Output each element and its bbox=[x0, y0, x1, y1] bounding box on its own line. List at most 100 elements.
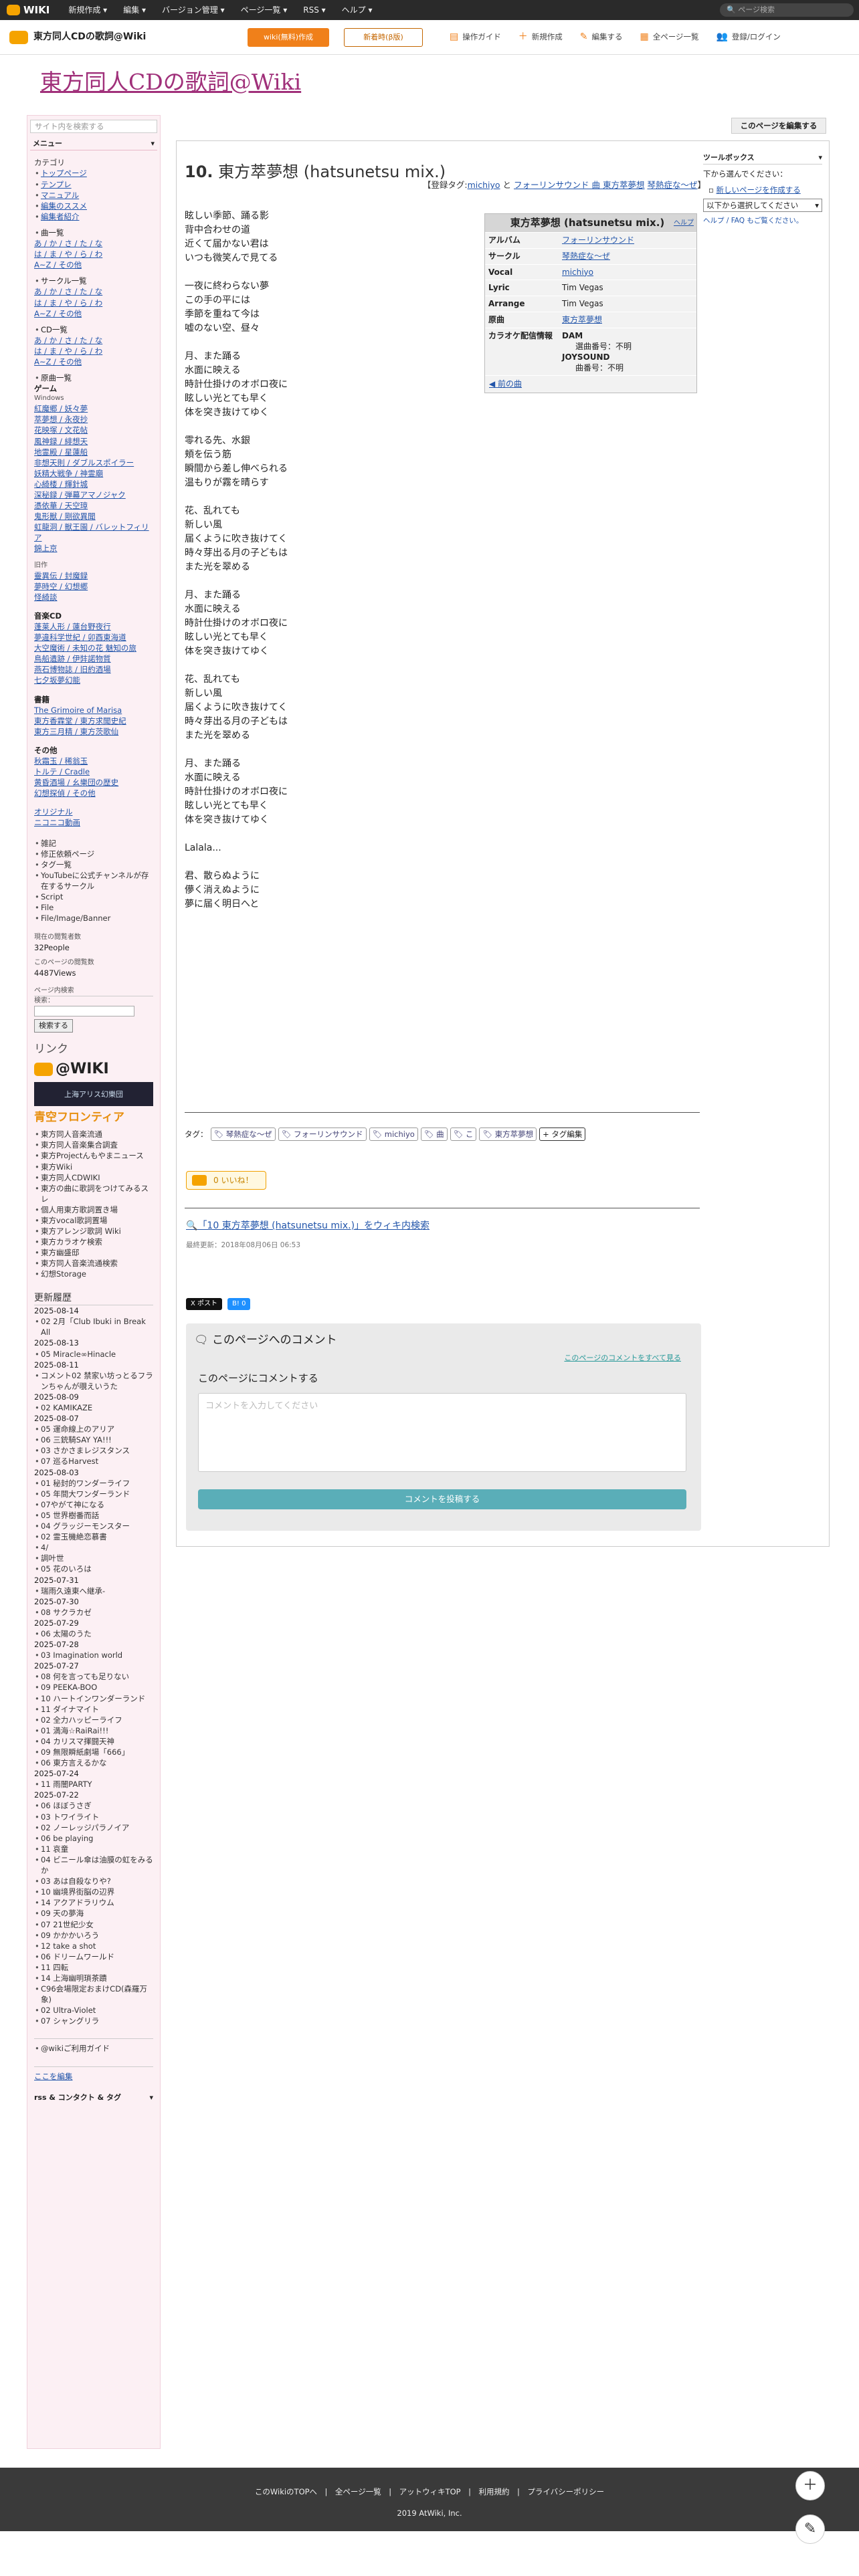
page-search-button[interactable]: 検索する bbox=[34, 1019, 73, 1033]
misc-row-link[interactable]: オリジナル bbox=[34, 807, 73, 817]
rss-heading[interactable]: rss & コンタクト & タグ ▾ bbox=[34, 2092, 153, 2103]
tag-chip[interactable]: 🏷 michiyo bbox=[369, 1128, 418, 1142]
menu-rss[interactable]: RSS ▾ bbox=[303, 5, 325, 16]
infobox-link[interactable]: michiyo bbox=[562, 267, 593, 277]
hatena-button[interactable]: B! 0 bbox=[227, 1298, 251, 1310]
recent-link[interactable]: 03 さかさまレジスタンス bbox=[41, 1446, 130, 1455]
plus-fab-icon[interactable]: ＋ bbox=[795, 2471, 825, 2500]
recent-link[interactable]: 04 グラッジーモンスター bbox=[41, 1521, 130, 1531]
recent-link[interactable]: 4/ bbox=[41, 1543, 48, 1552]
all-pages-link[interactable]: ▦ 全ページ一覧 bbox=[640, 31, 698, 44]
recent-link[interactable]: 11 哀童 bbox=[41, 1844, 68, 1854]
recent-link[interactable]: 04 ビニール傘は油膜の虹をみるか bbox=[41, 1855, 153, 1875]
recent-link[interactable]: 11 四転 bbox=[41, 1963, 68, 1972]
recent-link[interactable]: 07 21世紀少女 bbox=[41, 1920, 94, 1929]
misc2-link[interactable]: タグ一覧 bbox=[41, 860, 72, 869]
link-item-link[interactable]: 東方同人音楽流通検索 bbox=[41, 1259, 118, 1268]
recent-link[interactable]: 08 何を言っても足りない bbox=[41, 1672, 129, 1681]
recent-link[interactable]: 02 全力ハッピーライフ bbox=[41, 1715, 122, 1725]
circle-index-row-link[interactable]: は / ま / や / ら / わ bbox=[34, 298, 102, 308]
recent-link[interactable]: 02 Ultra-Violet bbox=[41, 2006, 96, 2015]
category-link[interactable]: 編集者紹介 bbox=[41, 212, 80, 221]
windows-game-row-link[interactable]: 花映塚 / 文花帖 bbox=[34, 425, 88, 435]
recent-link[interactable]: 11 ダイナマイト bbox=[41, 1705, 99, 1714]
windows-game-row-link[interactable]: 虹龍洞 / 獣王園 / バレットフィリア bbox=[34, 522, 149, 542]
recent-link[interactable]: 07やがて神になる bbox=[41, 1500, 104, 1509]
other-row-link[interactable]: 秋霜玉 / 稀翁玉 bbox=[34, 756, 88, 766]
other-row-link[interactable]: 黄昏酒場 / 幺樂団の歴史 bbox=[34, 778, 118, 787]
other-row-link[interactable]: 幻想探偵 / その他 bbox=[34, 788, 96, 798]
menu-pages[interactable]: ページ一覧 ▾ bbox=[241, 5, 288, 16]
post-comment-button[interactable]: コメントを投稿する bbox=[198, 1489, 686, 1509]
shanghai-banner[interactable]: 上海アリス幻樂団 bbox=[34, 1082, 153, 1107]
prev-song-link[interactable]: ◀ 前の曲 bbox=[489, 379, 522, 389]
edit-link[interactable]: ✎ 編集する bbox=[580, 31, 623, 44]
recent-link[interactable]: 02 ノーレッジパラノイア bbox=[41, 1823, 129, 1832]
cd-index-row-link[interactable]: あ / か / さ / た / な bbox=[34, 336, 102, 345]
link-item-link[interactable]: 幻想Storage bbox=[41, 1269, 86, 1279]
infobox-link[interactable]: 東方萃夢想 bbox=[562, 315, 602, 324]
collapse-icon[interactable]: ▾ bbox=[818, 152, 822, 163]
misc2-link[interactable]: 雑記 bbox=[41, 839, 56, 848]
recent-link[interactable]: 03 Imagination world bbox=[41, 1650, 122, 1660]
link-item-link[interactable]: 東方同人音楽集合調査 bbox=[41, 1140, 118, 1150]
recent-link[interactable]: 01 満海☆RaiRai!!! bbox=[41, 1726, 108, 1735]
atwiki-banner[interactable]: @WIKI bbox=[34, 1059, 153, 1080]
other-row-link[interactable]: トルテ / Cradle bbox=[34, 767, 90, 776]
recent-link[interactable]: 07 シャングリラ bbox=[41, 2016, 99, 2026]
recent-link[interactable]: 06 be playing bbox=[41, 1834, 93, 1843]
recent-link[interactable]: C96会場限定おまけCD(森羅万象) bbox=[41, 1984, 147, 2004]
windows-game-row-link[interactable]: 萃夢想 / 永夜抄 bbox=[34, 415, 88, 424]
recent-link[interactable]: 12 take a shot bbox=[41, 1941, 96, 1951]
tool-select[interactable]: 以下から選択してください ▾ bbox=[703, 198, 822, 212]
category-link[interactable]: テンプレ bbox=[41, 180, 72, 189]
recent-link[interactable]: 14 アクアドラリウム bbox=[41, 1898, 114, 1907]
page-search-field[interactable] bbox=[34, 1006, 134, 1017]
recent-link[interactable]: 調叶世 bbox=[41, 1553, 64, 1563]
category-link[interactable]: マニュアル bbox=[41, 191, 79, 200]
tag-kai[interactable]: 琴熱症な～ぜ bbox=[647, 180, 697, 190]
recent-link[interactable]: 02 2月「Club Ibuki in Break All bbox=[41, 1317, 146, 1337]
tag-chip[interactable]: 🏷 フォーリンサウンド bbox=[278, 1128, 367, 1142]
circle-index-row-link[interactable]: あ / か / さ / た / な bbox=[34, 287, 102, 296]
guide-link[interactable]: ▤ 操作ガイド bbox=[450, 31, 501, 44]
circle-index-row-link[interactable]: A~Z / その他 bbox=[34, 309, 82, 318]
x-post-button[interactable]: X ポスト bbox=[186, 1298, 223, 1310]
link-item-link[interactable]: 東方vocal歌詞置場 bbox=[41, 1216, 107, 1225]
music-cd-row-link[interactable]: 夢違科学世紀 / 卯酉東海道 bbox=[34, 633, 126, 642]
music-cd-row-link[interactable]: 燕石博物誌 / 旧約酒場 bbox=[34, 665, 111, 674]
recent-link[interactable]: 06 ドリームワールド bbox=[41, 1952, 114, 1961]
atwiki-logo[interactable]: WIKI bbox=[0, 3, 56, 17]
link-item-link[interactable]: 東方アレンジ歌詞 Wiki bbox=[41, 1226, 121, 1236]
recent-link[interactable]: 09 かかかいろう bbox=[41, 1931, 99, 1940]
edit-sidebar-link[interactable]: ここを編集 bbox=[34, 2072, 73, 2081]
recent-link[interactable]: 09 無限瞬紙劇場「666」 bbox=[41, 1747, 129, 1757]
cd-index-row-link[interactable]: は / ま / や / ら / わ bbox=[34, 346, 102, 356]
misc-row-link[interactable]: ニコニコ動画 bbox=[34, 818, 80, 827]
tag-chip[interactable]: 🏷 琴熱症な～ぜ bbox=[210, 1128, 276, 1142]
recent-link[interactable]: 14 上海幽明瑣茶蹟 bbox=[41, 1973, 107, 1983]
recent-link[interactable]: 10 幽境界街脳の辺界 bbox=[41, 1887, 114, 1897]
all-comments-link[interactable]: このページのコメントをすべて見る bbox=[564, 1353, 681, 1363]
music-cd-row-link[interactable]: 鳥船遺跡 / 伊弉諾物質 bbox=[34, 654, 111, 663]
recent-link[interactable]: 02 霊玉機絶恋慕書 bbox=[41, 1532, 107, 1541]
book-row-link[interactable]: 東方三月精 / 東方茨歌仙 bbox=[34, 727, 118, 736]
link-item-link[interactable]: 東方同人CDWIKI bbox=[41, 1173, 100, 1182]
link-item-link[interactable]: 東方の曲に歌詞をつけてみるスレ bbox=[41, 1184, 149, 1204]
recent-link[interactable]: 06 太陽のうた bbox=[41, 1629, 92, 1638]
book-row-link[interactable]: 東方香霖堂 / 東方求聞史紀 bbox=[34, 716, 126, 726]
recent-link[interactable]: 02 KAMIKAZE bbox=[41, 1403, 92, 1412]
misc2-link[interactable]: File/Image/Banner bbox=[41, 914, 110, 923]
link-item-link[interactable]: 東方幽盛邸 bbox=[41, 1248, 80, 1257]
comment-textarea[interactable]: コメントを入力してください bbox=[198, 1393, 686, 1472]
tag-fs[interactable]: フォーリンサウンド bbox=[514, 180, 589, 190]
song-index-row-link[interactable]: は / ま / や / ら / わ bbox=[34, 249, 102, 259]
recent-link[interactable]: 05 世界樹番而話 bbox=[41, 1511, 99, 1520]
windows-game-row-link[interactable]: 風神録 / 緋想天 bbox=[34, 437, 88, 446]
recent-link[interactable]: 08 サクラカゼ bbox=[41, 1608, 92, 1617]
recent-link[interactable]: 05 運命線上のアリア bbox=[41, 1424, 114, 1434]
tag-edit-button[interactable]: + タグ編集 bbox=[539, 1128, 586, 1142]
recent-link[interactable]: 04 カリスマ揮闘天神 bbox=[41, 1737, 114, 1746]
misc2-link[interactable]: YouTubeに公式チャンネルが存在するサークル bbox=[41, 871, 149, 891]
song-index-row-link[interactable]: あ / か / さ / た / な bbox=[34, 239, 102, 248]
